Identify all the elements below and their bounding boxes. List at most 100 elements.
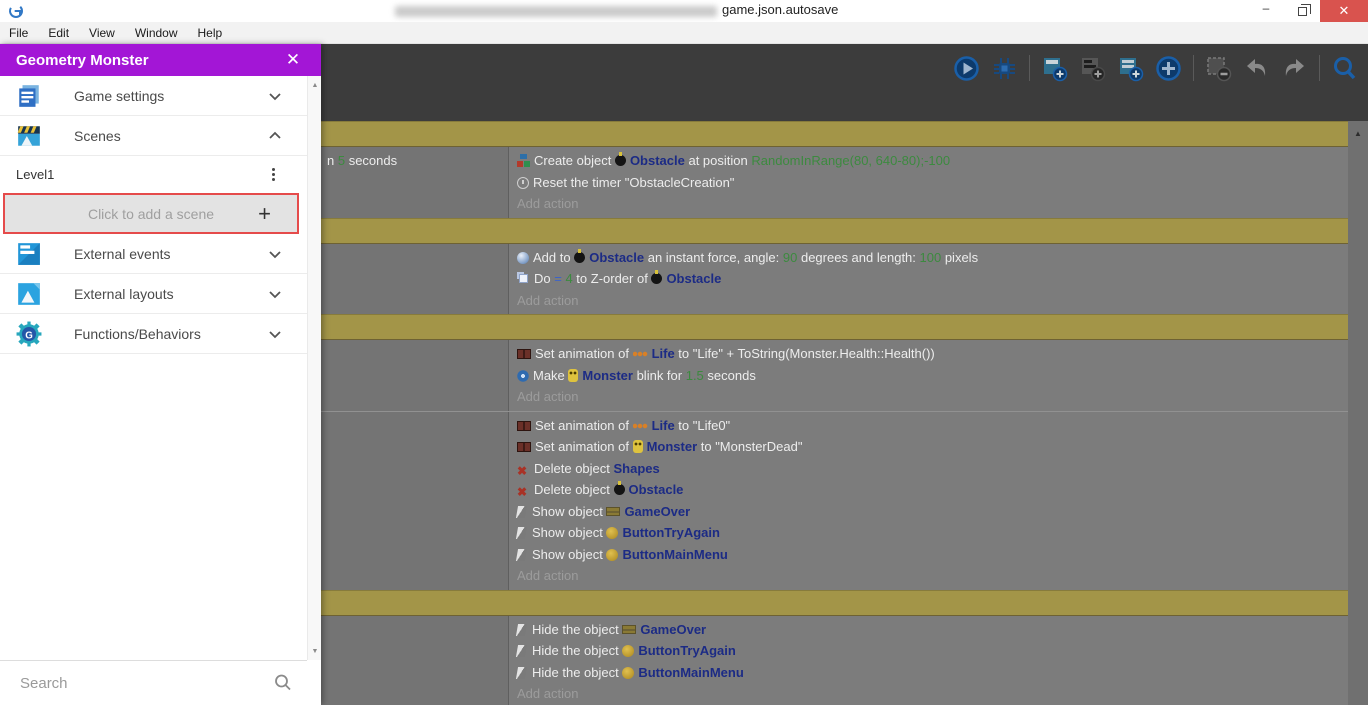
event-line[interactable]: Set animation of Life to "Life" + ToStri… [517, 343, 1348, 365]
event-line[interactable]: Hide the object ButtonTryAgain [515, 640, 1348, 662]
minimize-button[interactable]: – [1248, 0, 1284, 22]
object-name: Monster [646, 439, 698, 454]
comment-bar[interactable] [321, 217, 1348, 244]
conditions-column[interactable] [321, 340, 509, 411]
event-text: Show object [532, 525, 607, 540]
redo-button[interactable] [1281, 55, 1308, 82]
chevron-down-icon[interactable] [267, 326, 283, 342]
event-row[interactable]: n 5 seconds Create object Obstacle at pos… [321, 147, 1348, 218]
event-line[interactable]: Set animation of Life to "Life0" [517, 415, 1348, 437]
project-title: Geometry Monster [16, 51, 149, 69]
scene-item-level1[interactable]: Level1 [0, 156, 307, 193]
event-line[interactable]: Show object GameOver [515, 501, 1348, 523]
project-manager-header: Geometry Monster ✕ [0, 44, 321, 76]
chevron-up-icon[interactable] [267, 128, 283, 144]
actions-column[interactable]: Set animation of Life to "Life" + ToStri… [509, 340, 1348, 411]
actions-column[interactable]: Hide the object GameOver Hide the object … [509, 616, 1348, 705]
event-line[interactable]: Set animation of Monster to "MonsterDead… [517, 436, 1348, 458]
life-icon [632, 421, 648, 430]
event-line[interactable]: Show object ButtonTryAgain [515, 522, 1348, 544]
add-event-button[interactable] [1041, 55, 1068, 82]
menu-view[interactable]: View [79, 22, 125, 44]
add-action-link[interactable]: Add action [517, 293, 578, 308]
close-button[interactable]: ✕ [1320, 0, 1368, 22]
section-external-events[interactable]: External events [0, 234, 307, 274]
menu-help[interactable]: Help [188, 22, 233, 44]
chevron-down-icon[interactable] [267, 88, 283, 104]
debug-button[interactable] [991, 55, 1018, 82]
event-line[interactable]: Delete object Shapes [517, 458, 1348, 480]
menu-edit[interactable]: Edit [38, 22, 79, 44]
panel-scrollbar[interactable]: ▲ ▼ [307, 76, 321, 660]
event-line[interactable]: Reset the timer "ObstacleCreation" [517, 172, 1348, 194]
add-comment-button[interactable] [1079, 55, 1106, 82]
button-icon [606, 527, 619, 539]
conditions-column[interactable] [321, 411, 509, 590]
conditions-column[interactable] [321, 615, 509, 705]
event-line[interactable]: Add action [517, 290, 1348, 312]
event-line[interactable]: Add action [517, 683, 1348, 705]
preview-play-button[interactable] [953, 55, 980, 82]
add-action-link[interactable]: Add action [517, 568, 578, 583]
add-action-link[interactable]: Add action [517, 686, 578, 701]
event-text: degrees and length: [797, 249, 920, 265]
event-line[interactable]: Add action [517, 565, 1348, 587]
bomb-icon [614, 152, 626, 166]
restore-button[interactable] [1284, 0, 1320, 22]
event-line[interactable]: Delete object Obstacle [517, 479, 1348, 501]
comment-bar[interactable] [321, 589, 1348, 616]
chevron-down-icon[interactable] [267, 286, 283, 302]
actions-column[interactable]: Create object Obstacle at position Rando… [509, 147, 1348, 218]
close-panel-icon[interactable]: ✕ [281, 50, 305, 70]
section-external-layouts[interactable]: External layouts [0, 274, 307, 314]
event-row[interactable]: Set animation of Life to "Life" + ToStri… [321, 340, 1348, 411]
event-line[interactable]: Add to Obstacle an instant force, angle:… [517, 247, 1348, 269]
event-row[interactable]: Hide the object GameOver Hide the object … [321, 615, 1348, 705]
actions-column[interactable]: Add to Obstacle an instant force, angle:… [509, 244, 1348, 315]
event-line[interactable]: Show object ButtonMainMenu [515, 544, 1348, 566]
search-events-button[interactable] [1331, 55, 1358, 82]
add-circle-button[interactable] [1155, 55, 1182, 82]
menu-file[interactable]: File [0, 22, 38, 44]
scene-options-icon[interactable] [268, 164, 279, 185]
scroll-up-icon[interactable]: ▲ [308, 78, 322, 92]
event-text: 100 [919, 249, 942, 265]
monster-icon [632, 440, 643, 453]
section-scenes[interactable]: Scenes [0, 116, 307, 156]
comment-bar[interactable] [321, 121, 1348, 147]
event-line[interactable]: Do = 4 to Z-order of Obstacle [517, 268, 1348, 290]
event-line[interactable]: Make Monster blink for 1.5 seconds [517, 365, 1348, 387]
chevron-down-icon[interactable] [267, 246, 283, 262]
scroll-down-icon[interactable]: ▼ [308, 644, 322, 658]
editor-main-area: n 5 seconds Create object Obstacle at pos… [321, 44, 1368, 705]
event-line[interactable]: Hide the object ButtonMainMenu [515, 662, 1348, 684]
undo-button[interactable] [1243, 55, 1270, 82]
conditions-column[interactable]: n 5 seconds [321, 147, 509, 218]
comment-bar[interactable] [321, 314, 1348, 340]
event-line[interactable]: Create object Obstacle at position Rando… [517, 150, 1348, 172]
section-game-settings[interactable]: Game settings [0, 76, 307, 116]
search-input[interactable] [20, 674, 273, 692]
section-functions-behaviors[interactable]: G Functions/Behaviors [0, 314, 307, 354]
add-action-link[interactable]: Add action [517, 196, 578, 211]
event-text: to "MonsterDead" [697, 439, 803, 454]
event-line[interactable]: n 5 seconds [327, 150, 508, 172]
add-subevent-button[interactable] [1117, 55, 1144, 82]
actions-column[interactable]: Set animation of Life to "Life0" Set anim… [509, 412, 1348, 590]
delete-icon [517, 481, 530, 494]
bomb-icon [651, 270, 663, 284]
event-line[interactable]: Add action [517, 193, 1348, 215]
event-row[interactable]: Set animation of Life to "Life0" Set anim… [321, 410, 1348, 590]
add-action-link[interactable]: Add action [517, 389, 578, 404]
scroll-up-icon[interactable]: ▲ [1348, 125, 1368, 141]
event-text: 5 [337, 153, 346, 168]
event-row[interactable]: Add to Obstacle an instant force, angle:… [321, 243, 1348, 315]
event-line[interactable]: Hide the object GameOver [515, 619, 1348, 641]
remove-event-button[interactable] [1205, 55, 1232, 82]
menu-window[interactable]: Window [125, 22, 188, 44]
add-scene-button[interactable]: Click to add a scene + [3, 193, 299, 234]
event-sheet-scrollbar[interactable]: ▲ [1348, 121, 1368, 705]
event-line[interactable]: Add action [517, 386, 1348, 408]
toolbar-separator [1193, 55, 1194, 81]
conditions-column[interactable] [321, 243, 509, 314]
